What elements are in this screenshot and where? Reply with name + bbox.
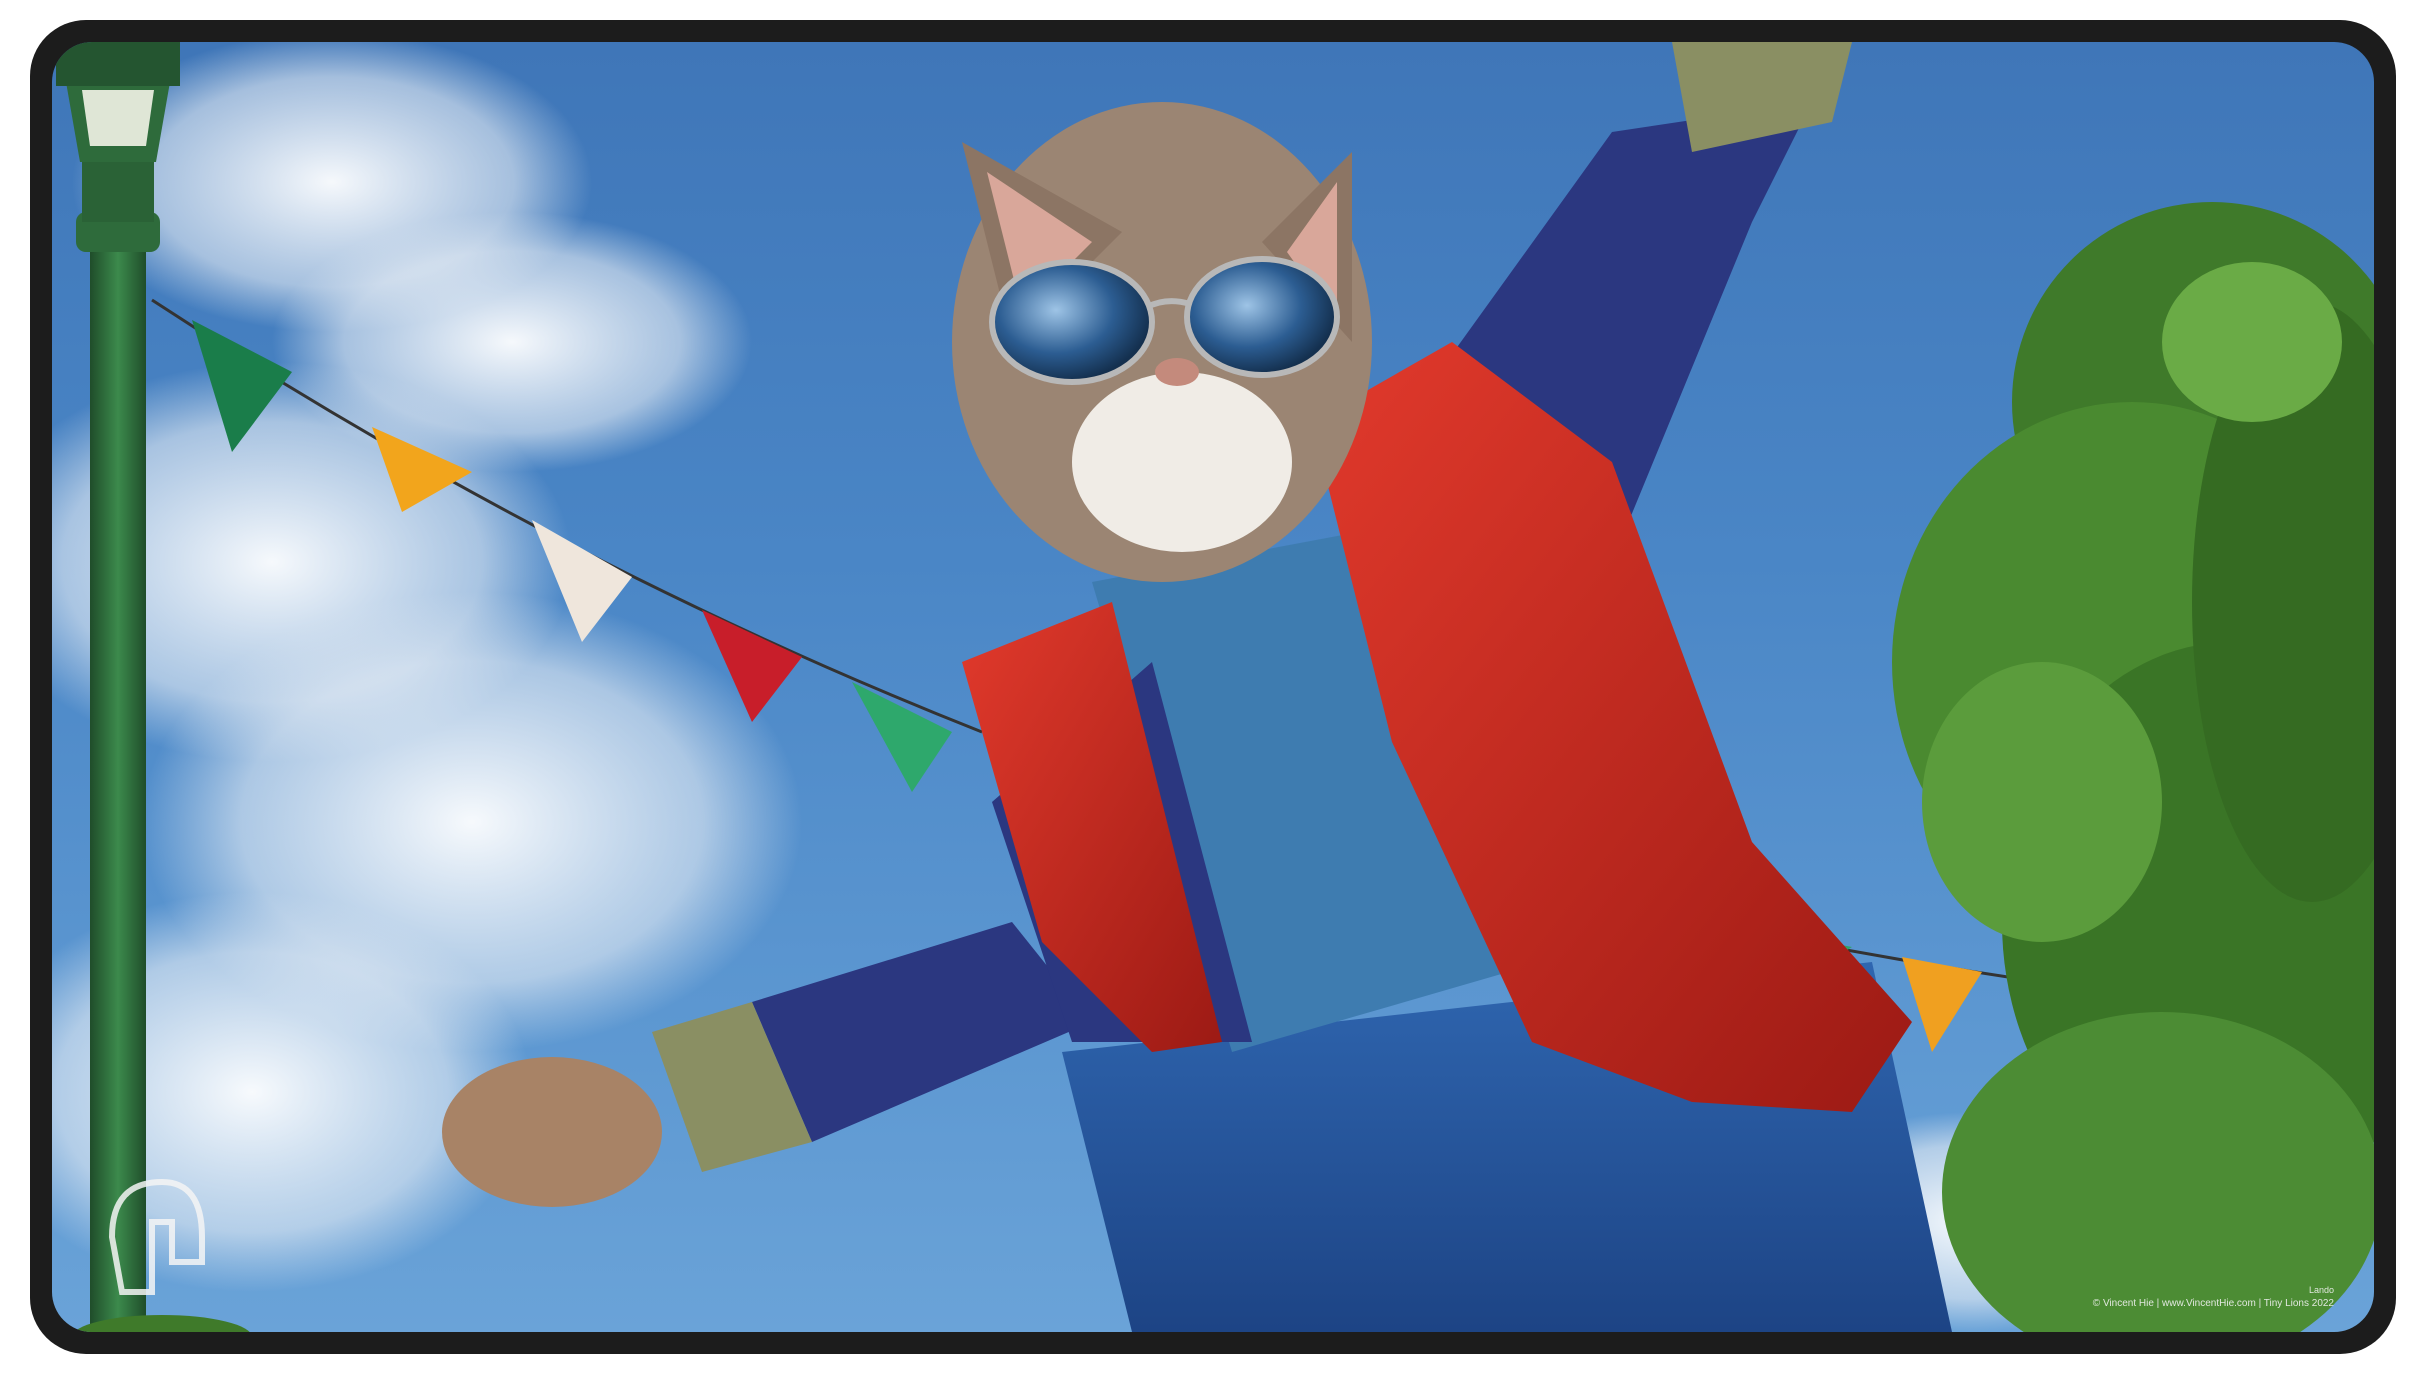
playmat-border: Lando © Vincent Hie | www.VincentHie.com… — [30, 20, 2396, 1354]
card-name-label: Lando — [2308, 1285, 2334, 1295]
tree — [1892, 202, 2374, 1332]
artwork-scene — [52, 42, 2374, 1332]
copyright-line: © Vincent Hie | www.VincentHie.com | Tin… — [2092, 1298, 2334, 1309]
artwork: Lando © Vincent Hie | www.VincentHie.com… — [52, 42, 2374, 1332]
artist-credit: Lando © Vincent Hie | www.VincentHie.com… — [2093, 1284, 2334, 1310]
